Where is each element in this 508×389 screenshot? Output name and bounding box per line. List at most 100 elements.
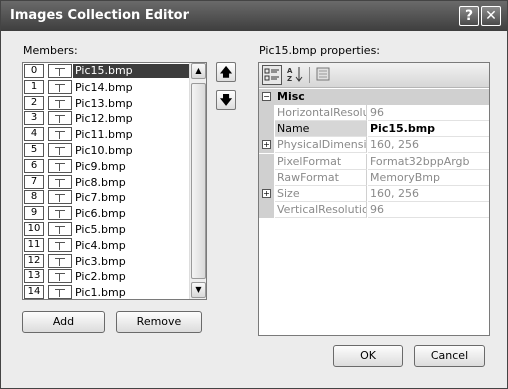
- item-name: Pic3.bmp: [75, 254, 126, 268]
- remove-button[interactable]: Remove: [116, 311, 202, 333]
- property-name: RawFormat: [275, 169, 367, 186]
- item-index: 1: [24, 79, 44, 94]
- list-item[interactable]: 9 Pic6.bmp: [23, 205, 189, 221]
- members-listbox[interactable]: 0 Pic15.bmp 1 Pic14.bmp 2 Pic13.bmp 3 Pic12.bmp…: [22, 62, 207, 300]
- ok-button[interactable]: OK: [333, 345, 403, 367]
- property-row[interactable]: HorizontalResolution96: [259, 105, 489, 121]
- item-index: 14: [24, 285, 44, 299]
- property-row[interactable]: + Size 160, 256: [259, 186, 489, 202]
- move-down-button[interactable]: 🡇: [216, 90, 236, 110]
- list-item[interactable]: 6 Pic9.bmp: [23, 158, 189, 174]
- list-item[interactable]: 0 Pic15.bmp: [23, 63, 189, 79]
- expand-icon[interactable]: +: [262, 189, 271, 198]
- property-value[interactable]: Format32bppArgb: [368, 154, 489, 170]
- category-misc[interactable]: − Misc: [259, 89, 489, 105]
- image-thumbnail-icon: [48, 79, 72, 94]
- property-value[interactable]: 96: [368, 202, 489, 219]
- image-thumbnail-icon: [48, 95, 72, 110]
- item-index: 0: [24, 64, 44, 78]
- list-item[interactable]: 12 Pic3.bmp: [23, 253, 189, 269]
- property-row[interactable]: + PhysicalDimension160, 256: [259, 137, 489, 154]
- property-row[interactable]: RawFormat MemoryBmp: [259, 169, 489, 186]
- item-index: 3: [24, 111, 44, 126]
- property-name: HorizontalResolution: [275, 105, 367, 121]
- members-scrollbar[interactable]: ▲ ▼: [189, 63, 206, 299]
- image-thumbnail-icon: [48, 158, 72, 173]
- list-item[interactable]: 10 Pic5.bmp: [23, 221, 189, 237]
- item-name: Pic13.bmp: [75, 96, 133, 110]
- property-value[interactable]: 96: [368, 105, 489, 121]
- item-index: 10: [24, 222, 44, 236]
- item-name: Pic9.bmp: [75, 159, 126, 173]
- list-item[interactable]: 11 Pic4.bmp: [23, 237, 189, 253]
- list-item[interactable]: 7 Pic8.bmp: [23, 174, 189, 190]
- expand-icon[interactable]: +: [262, 140, 271, 150]
- svg-text:A: A: [287, 67, 293, 75]
- item-name: Pic1.bmp: [75, 286, 126, 300]
- item-name: Pic11.bmp: [75, 128, 133, 142]
- item-index: 13: [24, 269, 44, 284]
- property-value[interactable]: Pic15.bmp: [368, 121, 489, 138]
- image-thumbnail-icon: [48, 127, 72, 142]
- list-item[interactable]: 13 Pic2.bmp: [23, 268, 189, 284]
- close-button[interactable]: ✕: [481, 6, 501, 26]
- category-label: Misc: [277, 90, 305, 103]
- list-item[interactable]: 4 Pic11.bmp: [23, 126, 189, 142]
- property-name: PhysicalDimension: [275, 137, 367, 154]
- close-icon: ✕: [485, 8, 497, 24]
- move-up-button[interactable]: 🡅: [216, 62, 236, 82]
- item-name: Pic7.bmp: [75, 191, 126, 205]
- image-thumbnail-icon: [48, 253, 72, 268]
- image-thumbnail-icon: [48, 206, 72, 221]
- item-index: 4: [24, 127, 44, 142]
- list-item[interactable]: 8 Pic7.bmp: [23, 189, 189, 205]
- image-thumbnail-icon: [48, 190, 72, 205]
- row-gutter: [259, 202, 274, 219]
- item-index: 11: [24, 237, 44, 252]
- property-name: Size: [275, 186, 367, 202]
- property-row[interactable]: PixelFormat Format32bppArgb: [259, 153, 489, 170]
- item-name: Pic5.bmp: [75, 223, 126, 236]
- property-value[interactable]: 160, 256: [368, 137, 489, 154]
- image-thumbnail-icon: [48, 269, 72, 284]
- help-button[interactable]: ?: [459, 6, 479, 26]
- svg-text:Z: Z: [287, 75, 292, 82]
- property-value[interactable]: 160, 256: [368, 186, 489, 202]
- property-grid[interactable]: A Z − Misc HorizontalResolution96Name: [258, 62, 490, 336]
- scrollbar-thumb[interactable]: [191, 83, 206, 279]
- cancel-button[interactable]: Cancel: [414, 345, 485, 367]
- toolbar-separator: [309, 67, 310, 83]
- scroll-up-arrow-icon[interactable]: ▲: [191, 63, 206, 79]
- row-gutter: [259, 153, 274, 170]
- alphabetical-icon[interactable]: A Z: [285, 65, 305, 85]
- list-item[interactable]: 5 Pic10.bmp: [23, 142, 189, 158]
- item-index: 12: [24, 253, 44, 268]
- arrow-down-icon: 🡇: [219, 93, 233, 107]
- item-name: Pic10.bmp: [75, 144, 133, 157]
- list-item[interactable]: 2 Pic13.bmp: [23, 95, 189, 111]
- image-thumbnail-icon: [48, 111, 72, 126]
- add-button[interactable]: Add: [22, 311, 105, 333]
- list-item[interactable]: 1 Pic14.bmp: [23, 79, 189, 95]
- image-thumbnail-icon: [48, 174, 72, 189]
- list-item[interactable]: 3 Pic12.bmp: [23, 110, 189, 126]
- item-name: Pic8.bmp: [75, 175, 126, 189]
- property-name: Name: [275, 121, 367, 138]
- image-thumbnail-icon: [48, 222, 72, 236]
- categorized-icon[interactable]: [262, 65, 282, 85]
- image-thumbnail-icon: [48, 143, 72, 157]
- list-item[interactable]: 14 Pic1.bmp: [23, 284, 189, 300]
- item-name: Pic6.bmp: [75, 207, 126, 221]
- property-row[interactable]: Name Pic15.bmp: [259, 121, 489, 138]
- scroll-down-arrow-icon[interactable]: ▼: [191, 282, 206, 298]
- item-name: Pic2.bmp: [75, 270, 126, 284]
- property-pages-icon[interactable]: [313, 65, 333, 85]
- title-bar[interactable]: Images Collection Editor ? ✕: [1, 1, 507, 31]
- item-index: 9: [24, 206, 44, 221]
- property-row[interactable]: VerticalResolution 96: [259, 202, 489, 219]
- item-index: 5: [24, 143, 44, 157]
- item-index: 2: [24, 95, 44, 110]
- property-value[interactable]: MemoryBmp: [368, 170, 489, 186]
- window-title: Images Collection Editor: [10, 8, 190, 23]
- collapse-icon[interactable]: −: [262, 92, 271, 101]
